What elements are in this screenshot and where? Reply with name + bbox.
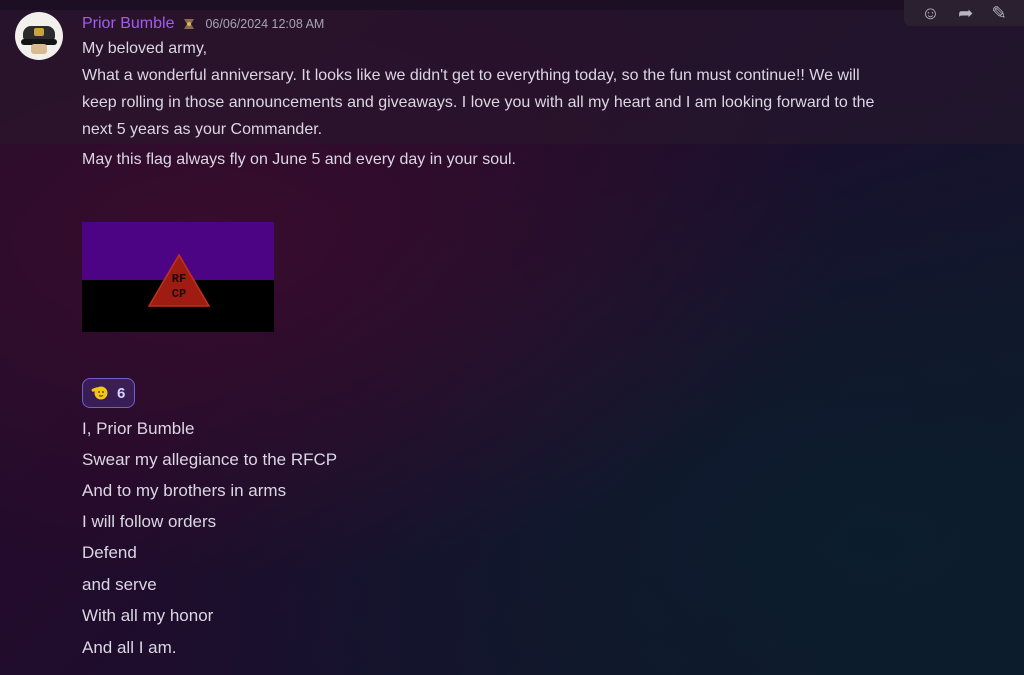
message-line: next 5 years as your Commander.: [82, 121, 323, 138]
reaction-count: 6: [117, 384, 126, 402]
flag-emblem: RF CP: [147, 253, 211, 307]
oath-line: Defend: [82, 543, 137, 562]
username[interactable]: Prior Bumble: [82, 15, 174, 33]
reaction-button[interactable]: 6: [82, 378, 135, 408]
message-header: Prior Bumble 06/06/2024 12:08 AM: [82, 13, 324, 35]
flag-text-line2: CP: [172, 287, 186, 301]
oath-line: And to my brothers in arms: [82, 481, 287, 500]
top-band: [0, 0, 1024, 10]
edit-icon[interactable]: ✎: [992, 4, 1007, 22]
flag-text-line1: RF: [172, 272, 186, 286]
avatar-face: [31, 44, 47, 54]
avatar[interactable]: [15, 12, 63, 60]
message-line: My beloved army,: [82, 40, 208, 57]
message-line: What a wonderful anniversary. It looks l…: [82, 67, 860, 84]
role-icon[interactable]: [182, 17, 196, 31]
oath-line: With all my honor: [82, 606, 214, 625]
message-action-toolbar: ☺ ➦ ✎: [904, 0, 1024, 26]
saluting-face-icon: [91, 385, 109, 401]
oath-line: I will follow orders: [82, 512, 217, 531]
add-reaction-icon[interactable]: ☺: [921, 4, 939, 22]
message-line: keep rolling in those announcements and …: [82, 94, 875, 111]
oath-line: Swear my allegiance to the RFCP: [82, 450, 338, 469]
flag-image-attachment[interactable]: RF CP: [82, 222, 274, 332]
oath-line: and serve: [82, 575, 157, 594]
reply-icon[interactable]: ➦: [958, 4, 973, 22]
oath-line: I, Prior Bumble: [82, 419, 195, 438]
message-followup: May this flag always fly on June 5 and e…: [82, 151, 516, 168]
avatar-badge: [34, 28, 44, 36]
timestamp: 06/06/2024 12:08 AM: [205, 17, 325, 31]
oath-line: And all I am.: [82, 638, 177, 657]
